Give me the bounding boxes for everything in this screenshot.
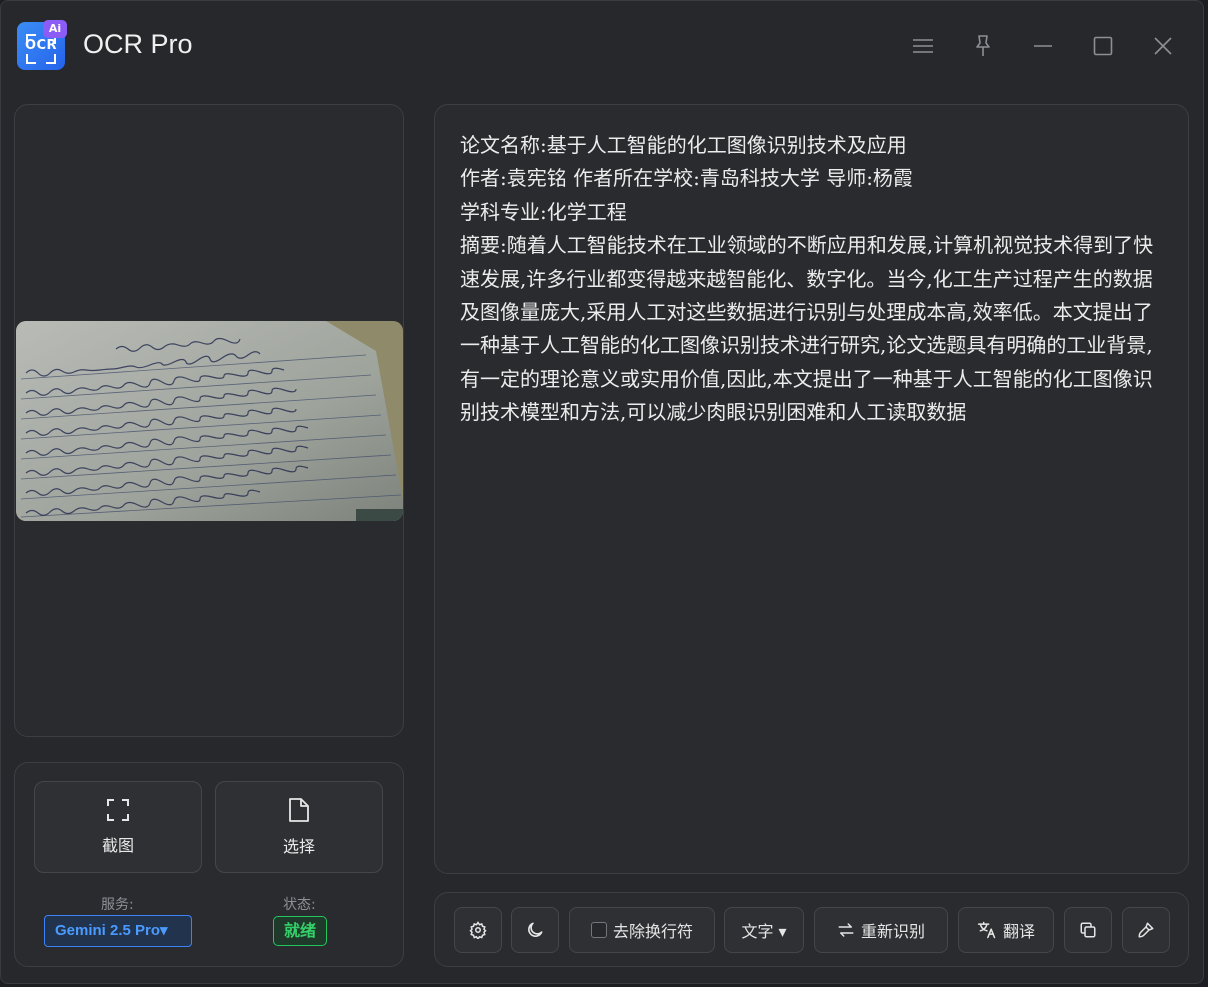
hamburger-icon [913,39,933,53]
maximize-button[interactable] [1088,31,1118,61]
screenshot-button-label: 截图 [101,836,134,855]
refresh-swap-icon [838,923,854,937]
remove-linebreaks-toggle[interactable]: 去除换行符 [569,907,715,953]
remove-linebreaks-checkbox[interactable] [590,922,607,938]
translate-button[interactable]: 翻译 [958,907,1054,953]
pin-button[interactable] [968,31,998,61]
app-logo: OCR Ai [17,20,67,70]
action-panel: 截图 选择 服务: Gemini 2.5 Pro▾ 状态: 就绪 [14,762,404,967]
settings-button[interactable] [454,907,502,953]
image-preview-panel [14,104,404,737]
service-label: 服务: [101,897,134,913]
ocr-result-text[interactable]: 论文名称:基于人工智能的化工图像识别技术及应用 作者:袁宪铭 作者所在学校:青岛… [460,129,1165,430]
minimize-button[interactable] [1028,31,1058,61]
reocr-button-label: 重新识别 [860,922,925,941]
app-window: OCR Ai OCR Pro 截图 选择 服务: Gemini 2.5 Pro▾… [0,0,1204,984]
file-icon [289,798,309,822]
translate-button-label: 翻译 [1002,922,1035,941]
screenshot-button[interactable]: 截图 [34,781,202,873]
theme-toggle-button[interactable] [511,907,559,953]
select-file-button-label: 选择 [282,837,315,856]
captured-image-thumbnail[interactable] [16,321,403,521]
brush-icon [1138,922,1154,938]
bottom-toolbar: 去除换行符 文字 ▾ 重新识别 翻译 [434,892,1189,967]
copy-icon [1080,922,1096,938]
close-icon [1154,37,1172,55]
translate-icon [977,921,996,939]
close-button[interactable] [1148,31,1178,61]
result-panel: 论文名称:基于人工智能的化工图像识别技术及应用 作者:袁宪铭 作者所在学校:青岛… [434,104,1189,874]
maximize-icon [1093,36,1113,56]
clear-button[interactable] [1122,907,1170,953]
reocr-button[interactable]: 重新识别 [814,907,948,953]
service-select[interactable]: Gemini 2.5 Pro▾ [44,915,192,947]
menu-button[interactable] [908,31,938,61]
logo-ai-badge: Ai [43,20,67,38]
app-title: OCR Pro [83,29,193,59]
select-file-button[interactable]: 选择 [215,781,383,873]
status-badge: 就绪 [273,916,327,946]
status-label: 状态: [283,897,316,913]
copy-button[interactable] [1064,907,1112,953]
mode-select[interactable]: 文字 ▾ [724,907,804,953]
logo-text: OCR [24,38,58,53]
title-bar[interactable]: OCR Ai OCR Pro [1,1,1203,93]
remove-linebreaks-label: 去除换行符 [612,922,693,941]
moon-icon [528,922,543,937]
screenshot-icon [107,799,129,821]
minimize-icon [1034,45,1052,47]
gear-icon [469,921,487,939]
pin-icon [976,35,990,56]
